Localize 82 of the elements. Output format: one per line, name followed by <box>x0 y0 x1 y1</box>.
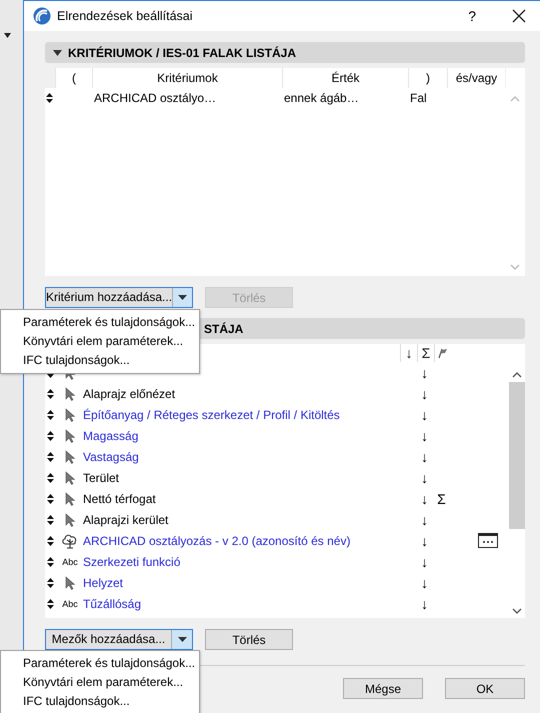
table-cell-text: Fal <box>409 91 428 105</box>
scroll-up-icon[interactable] <box>512 372 522 378</box>
reorder-icon[interactable] <box>47 598 54 608</box>
pointer-icon <box>65 576 75 590</box>
help-button[interactable]: ? <box>468 8 476 24</box>
sort-arrow[interactable]: ↓ <box>416 364 433 380</box>
scroll-down-icon[interactable] <box>512 608 522 614</box>
reorder-icon[interactable] <box>47 578 54 588</box>
reorder-icon[interactable] <box>47 410 54 420</box>
field-name[interactable]: Terület <box>83 470 416 484</box>
sort-arrow[interactable]: ↓ <box>416 428 433 444</box>
pointer-icon <box>65 512 75 526</box>
pointer-icon <box>65 470 75 484</box>
field-name[interactable]: ARCHICAD osztályozás - v 2.0 (azonosító és név) <box>83 534 416 548</box>
app-logo-icon <box>33 7 51 25</box>
sort-column-header[interactable]: ↓ <box>400 344 417 362</box>
reorder-icon[interactable] <box>47 536 54 546</box>
menu-item[interactable]: Könyvtári elem paraméterek... <box>23 673 186 692</box>
section-title: KRITÉRIUMOK / IES-01 FALAK LISTÁJA <box>68 46 296 60</box>
dropdown-arrow-icon[interactable] <box>178 637 186 642</box>
table-cell-text: ARCHICAD osztályo… <box>93 91 218 105</box>
add-fields-button[interactable]: Mezők hozzáadása... <box>45 629 193 650</box>
field-name[interactable]: Építőanyag / Réteges szerkezet / Profil / Kitöltés <box>83 408 416 422</box>
close-icon[interactable] <box>512 9 526 23</box>
sort-arrow[interactable]: ↓ <box>416 386 433 402</box>
field-name[interactable]: Vastagság <box>83 450 416 464</box>
sort-arrow[interactable]: ↓ <box>416 470 433 486</box>
sort-arrow[interactable]: ↓ <box>416 532 433 548</box>
collapse-icon[interactable] <box>4 33 11 38</box>
sort-arrow[interactable]: ↓ <box>416 406 433 422</box>
column-header[interactable]: ) <box>408 68 447 88</box>
sum-column-header[interactable]: Σ <box>417 344 434 362</box>
options-icon[interactable] <box>478 533 498 548</box>
collapse-icon <box>53 50 62 56</box>
menu-item[interactable]: IFC tulajdonságok... <box>23 692 132 711</box>
reorder-icon[interactable] <box>47 430 54 440</box>
column-header[interactable]: Kritériumok <box>92 68 282 88</box>
sort-arrow[interactable]: ↓ <box>416 554 433 570</box>
field-name[interactable]: Magasság <box>83 428 416 442</box>
field-name[interactable]: Szerkezeti funkció <box>83 554 416 568</box>
add-criterion-button[interactable]: Kritérium hozzáadása... <box>45 287 193 308</box>
dropdown-arrow-icon[interactable] <box>178 295 188 300</box>
column-header[interactable]: ( <box>55 68 92 88</box>
column-header[interactable]: és/vagy <box>447 68 505 88</box>
table-cell-text: ennek ágáb… <box>283 91 360 105</box>
sort-arrow[interactable]: ↓ <box>416 512 433 528</box>
sort-arrow[interactable]: ↓ <box>416 574 433 590</box>
pointer-icon <box>65 428 75 442</box>
cancel-button[interactable]: Mégse <box>343 678 423 699</box>
reorder-icon[interactable] <box>47 514 54 524</box>
tree-icon <box>61 532 79 548</box>
scrollbar-thumb[interactable] <box>509 382 525 529</box>
section-header[interactable]: KRITÉRIUMOK / IES-01 FALAK LISTÁJA <box>45 42 525 63</box>
sort-arrow[interactable]: ↓ <box>416 448 433 464</box>
reorder-icon[interactable] <box>46 93 53 103</box>
text-type-label: Abc <box>62 556 78 566</box>
reorder-icon[interactable] <box>47 452 54 462</box>
reorder-icon[interactable] <box>47 472 54 482</box>
flag-icon[interactable] <box>437 347 449 359</box>
sort-arrow[interactable]: ↓ <box>416 596 433 612</box>
reorder-icon[interactable] <box>47 556 54 566</box>
reorder-icon[interactable] <box>47 494 54 504</box>
field-name[interactable]: Helyzet <box>83 576 416 590</box>
pointer-icon <box>65 408 75 422</box>
pointer-icon <box>65 386 75 400</box>
pointer-icon <box>65 492 75 506</box>
window-title: Elrendezések beállításai <box>57 9 194 23</box>
pointer-icon <box>65 450 75 464</box>
menu-item[interactable]: Paraméterek és tulajdonságok... <box>23 654 198 673</box>
field-name[interactable]: Alaprajzi kerület <box>83 512 416 526</box>
field-name[interactable]: Tűzállóság <box>83 596 416 610</box>
section-title: STÁJA <box>204 322 244 336</box>
sort-arrow[interactable]: ↓ <box>416 490 433 506</box>
column-header[interactable]: Érték <box>282 68 408 88</box>
delete-button[interactable]: Törlés <box>205 629 293 650</box>
menu-item[interactable]: IFC tulajdonságok... <box>23 351 132 370</box>
field-name[interactable]: Alaprajz előnézet <box>83 386 416 400</box>
reorder-icon[interactable] <box>47 388 54 398</box>
ok-button[interactable]: OK <box>445 678 525 699</box>
text-type-label: Abc <box>62 598 78 608</box>
sum-mark: Σ <box>436 490 447 506</box>
field-name[interactable]: Nettó térfogat <box>83 492 416 506</box>
